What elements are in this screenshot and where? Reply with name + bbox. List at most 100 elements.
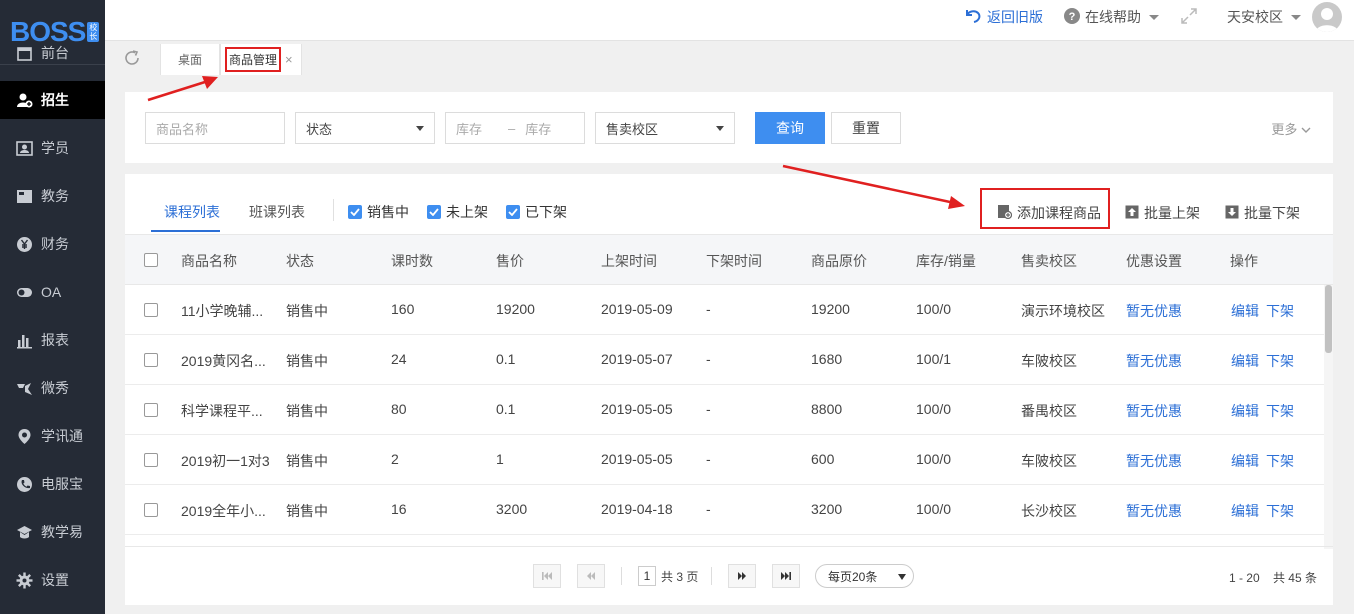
row-checkbox[interactable] — [144, 303, 158, 317]
table-cell: 2019黄冈名... — [181, 353, 266, 369]
sidebar-item[interactable]: 财务 — [0, 225, 105, 263]
more-filters-toggle[interactable]: 更多 — [1271, 119, 1311, 138]
batch-delist-button[interactable]: 批量下架 — [1225, 203, 1300, 223]
goods-name-input[interactable]: 商品名称 — [145, 112, 285, 144]
campus-select-label: 售卖校区 — [606, 121, 659, 137]
add-course-goods-button[interactable]: 添加课程商品 — [997, 203, 1101, 223]
edit-link[interactable]: 编辑 — [1231, 401, 1259, 421]
tab-course-list[interactable]: 课程列表 — [164, 202, 220, 222]
sidebar-item[interactable]: 电服宝 — [0, 465, 105, 503]
table-cell: 2019-04-18 — [601, 501, 673, 517]
campus-select[interactable]: 售卖校区 — [595, 112, 735, 144]
checkmark-icon — [348, 205, 362, 219]
query-button[interactable]: 查询 — [755, 112, 825, 144]
reset-button[interactable]: 重置 — [831, 112, 901, 144]
total-pages-label: 共 3 页 — [661, 570, 699, 584]
close-icon[interactable]: × — [285, 52, 293, 67]
table-cell: 11小学晚辅... — [181, 303, 264, 319]
sidebar-item[interactable]: 教务 — [0, 177, 105, 215]
discount-link[interactable]: 暂无优惠 — [1126, 351, 1182, 371]
table-cell: 100/0 — [916, 401, 952, 417]
row-checkbox[interactable] — [144, 353, 158, 367]
table-row: 2019初一1对3 销售中 2 1 2019-05-05 - 600 100/0 车陂校区 暂无优… — [125, 435, 1325, 485]
first-page-button[interactable] — [533, 564, 561, 588]
prev-page-button[interactable] — [577, 564, 605, 588]
table-cell: 80 — [391, 401, 407, 417]
delist-link[interactable]: 下架 — [1266, 351, 1294, 371]
discount-link[interactable]: 暂无优惠 — [1126, 501, 1182, 521]
next-page-icon — [738, 572, 746, 580]
edit-link[interactable]: 编辑 — [1231, 451, 1259, 471]
discount-link[interactable]: 暂无优惠 — [1126, 301, 1182, 321]
status-select[interactable]: 状态 — [295, 112, 435, 144]
tab-desktop[interactable]: 桌面 — [160, 44, 220, 75]
sidebar-item[interactable]: 微秀 — [0, 369, 105, 407]
tab-class-list[interactable]: 班课列表 — [249, 202, 305, 222]
page-size-select[interactable]: 每页20条 — [815, 564, 914, 588]
sidebar-item[interactable]: 报表 — [0, 321, 105, 359]
table-cell: 100/0 — [916, 451, 952, 467]
discount-link[interactable]: 暂无优惠 — [1126, 451, 1182, 471]
sidebar-item[interactable]: 学员 — [0, 129, 105, 167]
stock-range-input[interactable]: 库存 – 库存 — [445, 112, 585, 144]
delist-link[interactable]: 下架 — [1266, 301, 1294, 321]
column-header: 下架时间 — [706, 253, 762, 269]
filter-not-listed-checkbox[interactable]: 未上架 — [427, 202, 488, 222]
sidebar-item[interactable]: 学讯通 — [0, 417, 105, 455]
sidebar-item-label: 学员 — [41, 140, 69, 156]
sidebar-item[interactable]: OA — [0, 273, 105, 311]
goods-name-placeholder: 商品名称 — [156, 121, 209, 137]
chevron-down-icon — [1301, 127, 1311, 133]
table-cell: 车陂校区 — [1021, 353, 1077, 369]
sidebar-item[interactable]: 招生 — [0, 81, 105, 119]
row-checkbox[interactable] — [144, 403, 158, 417]
table-cell: 0.1 — [496, 401, 516, 417]
edit-link[interactable]: 编辑 — [1231, 301, 1259, 321]
table-cell: - — [706, 351, 711, 367]
yen-icon — [16, 236, 33, 253]
last-page-button[interactable] — [772, 564, 800, 588]
filter-on-sale-label: 销售中 — [367, 204, 409, 220]
discount-link[interactable]: 暂无优惠 — [1126, 401, 1182, 421]
filter-on-sale-checkbox[interactable]: 销售中 — [348, 202, 409, 222]
back-old-version-link[interactable]: 返回旧版 — [963, 0, 1043, 34]
avatar[interactable] — [1312, 2, 1342, 32]
table-cell: 2019-05-05 — [601, 401, 673, 417]
filter-delisted-checkbox[interactable]: 已下架 — [506, 202, 567, 222]
table-scrollbar[interactable] — [1324, 285, 1333, 549]
row-checkbox[interactable] — [144, 453, 158, 467]
scrollbar-thumb[interactable] — [1325, 285, 1332, 353]
current-page-input[interactable]: 1 — [638, 566, 656, 586]
fullscreen-button[interactable] — [1180, 0, 1202, 34]
table-cell: - — [706, 451, 711, 467]
sidebar-item[interactable]: 前台 — [0, 34, 105, 72]
tab-desktop-label: 桌面 — [177, 53, 202, 67]
batch-list-button[interactable]: 批量上架 — [1125, 203, 1200, 223]
campus-selector[interactable]: 天安校区 — [1227, 0, 1301, 34]
column-header: 操作 — [1230, 253, 1258, 269]
tab-goods-management[interactable]: 商品管理 × — [220, 44, 302, 75]
table-cell: 销售中 — [286, 303, 328, 319]
campus-label: 天安校区 — [1227, 9, 1283, 25]
edit-link[interactable]: 编辑 — [1231, 351, 1259, 371]
edit-link[interactable]: 编辑 — [1231, 501, 1259, 521]
filter-panel: 商品名称 状态 库存 – 库存 售卖校区 查询 重置 更多 — [125, 92, 1333, 163]
online-help-menu[interactable]: ? 在线帮助 — [1063, 0, 1159, 34]
sidebar-item[interactable]: 教学易 — [0, 513, 105, 551]
delist-link[interactable]: 下架 — [1266, 501, 1294, 521]
table-cell: 1 — [496, 451, 504, 467]
table-cell: 19200 — [496, 301, 535, 317]
select-all-checkbox[interactable] — [144, 253, 158, 267]
delist-link[interactable]: 下架 — [1266, 451, 1294, 471]
table-cell: 19200 — [811, 301, 850, 317]
sidebar-item-label: 教务 — [41, 188, 69, 204]
delist-link[interactable]: 下架 — [1266, 401, 1294, 421]
next-page-button[interactable] — [728, 564, 756, 588]
row-checkbox[interactable] — [144, 503, 158, 517]
location-pin-icon — [16, 428, 33, 445]
column-header: 状态 — [286, 253, 314, 269]
sidebar-item-label: 教学易 — [41, 524, 83, 540]
table-cell: 2 — [391, 451, 399, 467]
sidebar-item[interactable]: 设置 — [0, 561, 105, 599]
refresh-icon[interactable] — [123, 49, 141, 67]
